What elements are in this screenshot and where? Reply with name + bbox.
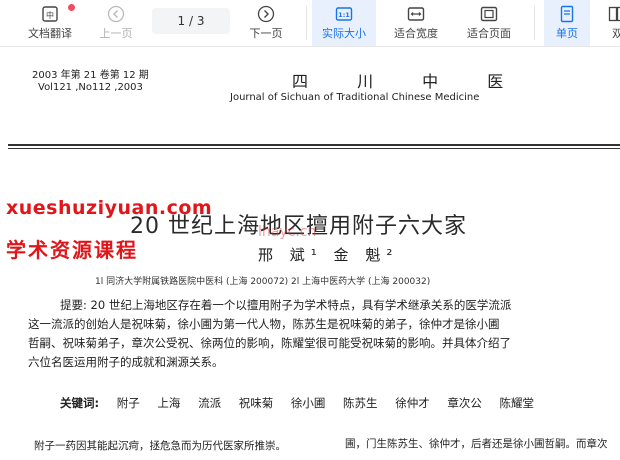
chevron-right-icon xyxy=(257,5,275,23)
watermark-text: 学术资源课程 xyxy=(6,238,138,262)
keyword: 附子 xyxy=(116,396,140,410)
fit-page-icon xyxy=(480,5,498,23)
abstract-line: 哲嗣、祝味菊弟子，章次公受祝、徐两位的影响，陈耀堂很可能受祝味菊的影响。并具体介… xyxy=(28,336,511,350)
page-current: 1 xyxy=(177,14,186,28)
abstract: 提要: 20 世纪上海地区存在着一个以擅用附子为学术特点，具有学术继承关系的医学… xyxy=(28,296,620,372)
single-page-label: 单页 xyxy=(556,27,578,40)
keyword: 徐仲才 xyxy=(395,396,430,410)
body-text-right: 圃，门生陈苏生、徐仲才，后者还是徐小圃哲嗣。而章次 xyxy=(345,438,608,450)
journal-title-en: Journal of Sichuan of Traditional Chines… xyxy=(230,92,480,103)
abstract-line: 六位名医运用附子的成就和渊源关系。 xyxy=(28,355,224,369)
keyword: 陈苏生 xyxy=(343,396,378,410)
abstract-line: 提要: 20 世纪上海地区存在着一个以擅用附子为学术特点，具有学术继承关系的医学… xyxy=(60,298,512,312)
double-page-icon xyxy=(608,5,620,23)
keyword: 陈耀堂 xyxy=(499,396,535,410)
svg-text:1:1: 1:1 xyxy=(338,11,350,19)
notification-dot xyxy=(68,4,75,11)
page-separator: / xyxy=(188,14,194,28)
article-authors: 邢 斌¹ 金 魁² xyxy=(258,246,399,264)
body-text-left: 附子一药因其能起沉疴，拯危急而为历代医家所推崇。 xyxy=(34,440,286,452)
journal-title-cn: 四 川 中 医 xyxy=(292,72,526,91)
page-number-field[interactable]: 1 / 3 xyxy=(152,8,230,34)
toolbar-divider-2 xyxy=(534,6,535,40)
prev-page-label: 上一页 xyxy=(99,27,133,40)
next-page-label: 下一页 xyxy=(249,27,283,40)
page-total: 3 xyxy=(196,14,205,28)
issue-header: 2003 年第 21 卷第 12 期 Vol121 ,No112 ,2003 xyxy=(32,70,149,94)
keyword: 徐小圃 xyxy=(290,396,326,410)
keyword: 章次公 xyxy=(447,396,482,410)
prev-page-button[interactable]: 上一页 xyxy=(90,0,142,46)
keyword: 祝味菊 xyxy=(238,396,274,410)
translate-icon: 中 xyxy=(41,5,59,23)
double-page-label: 双 xyxy=(612,27,620,40)
keyword: 上海 xyxy=(157,396,181,410)
viewer-toolbar: 中 文档翻译 上一页 1 / 3 下一页 1:1 实际大小 适合宽度 适合页面 … xyxy=(0,0,620,47)
actual-size-label: 实际大小 xyxy=(322,27,366,40)
fit-page-button[interactable]: 适合页面 xyxy=(458,0,520,46)
watermark-faint: lhayc.cn xyxy=(258,224,317,240)
actual-size-button[interactable]: 1:1 实际大小 xyxy=(312,0,376,46)
single-page-button[interactable]: 单页 xyxy=(544,0,590,46)
single-page-icon xyxy=(558,5,576,23)
keywords-label: 关键词: xyxy=(60,396,100,410)
abstract-line: 这一流派的创始人是祝味菊，徐小圃为第一代人物，陈苏生是祝味菊的弟子，徐仲才是徐小… xyxy=(28,317,500,331)
issue-line-en: Vol121 ,No112 ,2003 xyxy=(38,82,143,93)
fit-width-icon xyxy=(407,5,425,23)
chevron-left-icon xyxy=(107,5,125,23)
fit-page-label: 适合页面 xyxy=(467,27,511,40)
svg-text:中: 中 xyxy=(46,10,54,20)
toolbar-divider xyxy=(306,6,307,40)
actual-size-icon: 1:1 xyxy=(335,5,353,23)
keyword: 流派 xyxy=(198,396,222,410)
issue-line-cn: 2003 年第 21 卷第 12 期 xyxy=(32,70,149,81)
header-rule-thick xyxy=(8,144,620,146)
author-affiliations: 1l 同济大学附属铁路医院中医科 (上海 200072) 2l 上海中医药大学 … xyxy=(95,277,431,287)
next-page-button[interactable]: 下一页 xyxy=(240,0,292,46)
fit-width-label: 适合宽度 xyxy=(394,27,438,40)
header-rule-thin xyxy=(8,148,620,149)
journal-header: 四 川 中 医 Journal of Sichuan of Traditiona… xyxy=(230,68,590,103)
keywords: 关键词: 附子 上海 流派 祝味菊 徐小圃 陈苏生 徐仲才 章次公 陈耀堂 xyxy=(60,395,548,411)
translate-label: 文档翻译 xyxy=(28,27,72,40)
watermark-url: xueshuziyuan.com xyxy=(6,197,213,219)
double-page-button[interactable]: 双 xyxy=(600,0,620,46)
fit-width-button[interactable]: 适合宽度 xyxy=(386,0,446,46)
